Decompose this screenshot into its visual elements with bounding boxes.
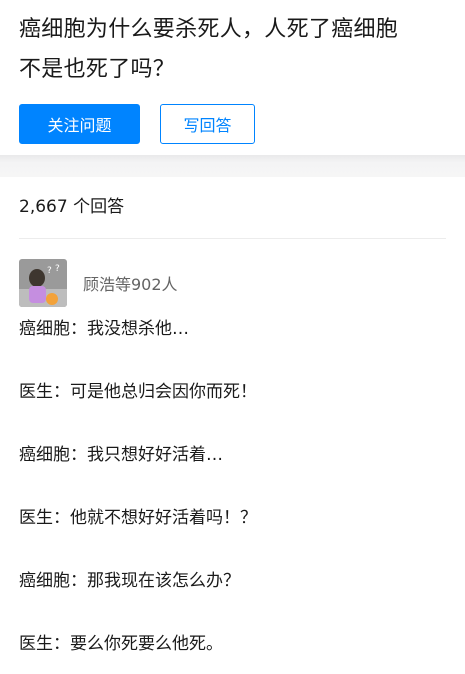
answer-line: 癌细胞：我没想杀他…: [19, 319, 189, 339]
question-header: 癌细胞为什么要杀死人，人死了癌细胞 不是也死了吗？ 关注问题 写回答: [0, 0, 465, 155]
answer-line: 癌细胞：那我现在该怎么办？: [19, 571, 240, 591]
answer-meta: ? ? 顾浩等902人: [19, 259, 446, 307]
answer-line: 医生：可是他总归会因你而死！: [19, 382, 257, 402]
question-title[interactable]: 癌细胞为什么要杀死人，人死了癌细胞 不是也死了吗？: [19, 10, 447, 90]
question-title-line-2: 不是也死了吗？: [19, 57, 176, 82]
answer-line: 医生：他就不想好好活着吗！？: [19, 508, 257, 528]
answer-content: 癌细胞：我没想杀他… 医生：可是他总归会因你而死！ 癌细胞：我只想好好活着… 医…: [19, 314, 446, 659]
write-answer-button[interactable]: 写回答: [160, 104, 255, 144]
section-divider: [0, 155, 465, 177]
avatar[interactable]: ? ?: [19, 259, 67, 307]
question-title-line-1: 癌细胞为什么要杀死人，人死了癌细胞: [19, 17, 399, 42]
svg-text:?: ?: [55, 264, 60, 274]
answers-section: 2,667 个回答 ? ? 顾浩等902人 癌细胞：我没想杀他… 医生：可是他总…: [0, 177, 465, 659]
voters-label[interactable]: 顾浩等902人: [83, 271, 178, 295]
zhihu-question-page: 癌细胞为什么要杀死人，人死了癌细胞 不是也死了吗？ 关注问题 写回答 2,667…: [0, 0, 465, 674]
answer-line: 医生：要么你死要么他死。: [19, 634, 223, 654]
question-actions: 关注问题 写回答: [19, 104, 447, 144]
answer-line: 癌细胞：我只想好好活着…: [19, 445, 223, 465]
follow-question-button[interactable]: 关注问题: [19, 104, 140, 144]
svg-text:?: ?: [47, 266, 52, 276]
answer-count: 2,667 个回答: [19, 177, 446, 239]
